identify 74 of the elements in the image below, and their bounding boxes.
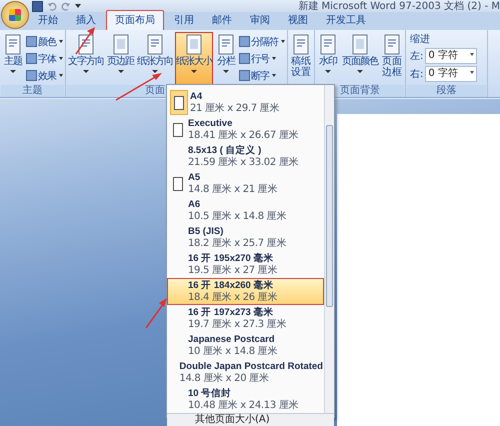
- square-icon: [239, 36, 250, 47]
- menu-item[interactable]: 16 开 184x260 毫米 18.4 厘米 x 26 厘米: [167, 278, 324, 305]
- ribbon-button[interactable]: 页边距: [106, 32, 135, 85]
- menu-item[interactable]: A5 14.8 厘米 x 21 厘米: [167, 170, 324, 197]
- ribbon-button[interactable]: 颜色: [26, 34, 64, 49]
- ribbon-button[interactable]: 分栏: [214, 32, 238, 85]
- caret-icon: [191, 70, 197, 73]
- menu-item[interactable]: 16 开 197x273 毫米 19.7 厘米 x 27.3 厘米: [167, 305, 324, 332]
- undo-icon[interactable]: [47, 1, 57, 11]
- document-icon: [3, 34, 23, 56]
- ribbon-tab[interactable]: 视图: [280, 11, 316, 30]
- ribbon-button[interactable]: 纸张大小: [175, 32, 213, 85]
- menu-item[interactable]: 8.5x13 ( 自定义 ) 21.59 厘米 x 33.02 厘米: [167, 143, 324, 170]
- square-icon: [239, 53, 250, 64]
- scrollbar[interactable]: [324, 85, 334, 413]
- document-icon: [382, 34, 402, 56]
- menu-item[interactable]: B5 (JIS) 18.2 厘米 x 25.7 厘米: [167, 224, 324, 251]
- square-icon: [26, 53, 37, 64]
- ribbon-button[interactable]: 文字方向: [67, 32, 105, 85]
- ribbon-tab[interactable]: 开发工具: [318, 11, 374, 30]
- group-label: 段落: [407, 85, 486, 97]
- ribbon-button[interactable]: 行号: [239, 51, 286, 66]
- ribbon-button[interactable]: 断字: [239, 68, 286, 83]
- field-label: 右:: [410, 68, 424, 81]
- save-icon[interactable]: [32, 0, 43, 12]
- window-title: 新建 Microsoft Word 97-2003 文档 (2) - M: [298, 0, 500, 13]
- ribbon-button[interactable]: 字体: [26, 51, 64, 66]
- caret-icon: [223, 70, 229, 73]
- ribbon-tab[interactable]: 邮件: [204, 11, 240, 30]
- menu-item[interactable]: 10 号信封 10.48 厘米 x 24.13 厘米: [167, 386, 324, 413]
- menu-item[interactable]: 16 开 195x270 毫米 19.5 厘米 x 27 厘米: [167, 251, 324, 278]
- document-icon: [318, 34, 338, 56]
- menu-item[interactable]: Executive 18.41 厘米 x 26.67 厘米: [167, 116, 324, 143]
- ribbon-tab[interactable]: 插入: [68, 11, 104, 30]
- square-icon: [26, 36, 37, 47]
- ribbon-button[interactable]: 稿纸设置: [289, 32, 313, 85]
- document-icon: [216, 34, 236, 56]
- document-icon: [110, 34, 130, 56]
- ribbon-tab[interactable]: 页面布局: [106, 10, 164, 30]
- ribbon-button[interactable]: 纸张方向: [136, 32, 174, 85]
- annotation-arrow: [75, 27, 95, 54]
- menu-item[interactable]: Japanese Postcard 10 厘米 x 14.8 厘米: [167, 332, 324, 359]
- ribbon-button[interactable]: 页面边框: [380, 32, 404, 85]
- menu-item[interactable]: 其他页面大小(A): [167, 413, 334, 426]
- group-label: 主题: [1, 85, 64, 97]
- ribbon-tab[interactable]: 开始: [30, 11, 66, 30]
- document-icon: [291, 34, 311, 56]
- ribbon-button[interactable]: 页面颜色: [341, 32, 379, 85]
- annotation-arrow: [145, 298, 167, 328]
- caret-icon: [357, 70, 363, 73]
- spin-field[interactable]: 0 字符: [425, 66, 478, 82]
- ribbon-tab[interactable]: 审阅: [242, 11, 278, 30]
- caret-icon: [118, 70, 124, 73]
- menu-item[interactable]: A6 10.5 厘米 x 14.8 厘米: [167, 197, 324, 224]
- ribbon-button[interactable]: 分隔符: [239, 34, 286, 49]
- square-icon: [26, 70, 37, 81]
- caret-icon: [325, 70, 331, 73]
- menu-item[interactable]: Double Japan Postcard Rotated 14.8 厘米 x 20 厘米: [167, 359, 324, 386]
- ribbon-tab[interactable]: 引用: [166, 11, 202, 30]
- ribbon-button[interactable]: 水印: [316, 32, 340, 85]
- square-icon: [239, 70, 250, 81]
- ribbon-button[interactable]: 效果: [26, 68, 64, 83]
- redo-icon[interactable]: [61, 1, 71, 11]
- document-icon: [350, 34, 370, 56]
- indent-label: 缩进: [410, 32, 431, 46]
- document-icon: [76, 34, 96, 56]
- document-icon: [145, 34, 165, 56]
- spin-field[interactable]: 0 字符: [425, 48, 478, 64]
- caret-icon: [10, 70, 16, 73]
- document-icon: [184, 34, 204, 56]
- ribbon-button[interactable]: 主题: [1, 32, 25, 85]
- caret-icon: [83, 70, 89, 73]
- customize-caret-icon[interactable]: [75, 4, 81, 8]
- field-label: 左:: [410, 50, 424, 63]
